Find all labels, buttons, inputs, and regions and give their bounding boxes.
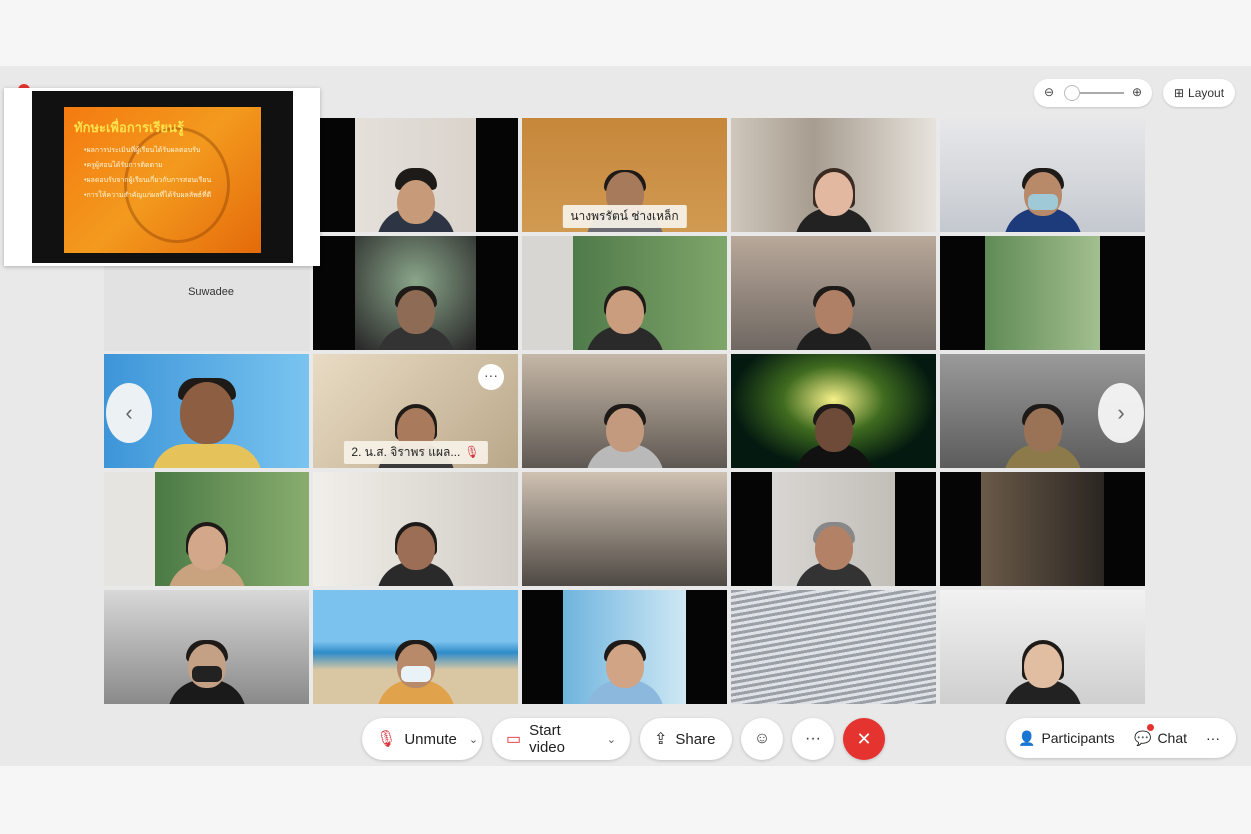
share-button[interactable]: ⇪ Share: [640, 718, 732, 760]
participant-figure: [585, 286, 664, 350]
previous-page-button[interactable]: ‹: [106, 383, 152, 443]
shared-slide: ทักษะเพื่อการเรียนรู้ •ผลการประเมินที่ผู…: [32, 91, 293, 263]
panel-toggle-group: 👤 Participants 💬 Chat ···: [1006, 718, 1236, 758]
share-label: Share: [675, 730, 716, 748]
person-icon: 👤: [1018, 729, 1036, 746]
video-background: [522, 472, 727, 586]
zoom-slider[interactable]: ⊖ ⊕: [1034, 79, 1152, 107]
next-page-button[interactable]: ›: [1098, 383, 1144, 443]
participant-figure: [585, 640, 664, 704]
zoom-in-icon[interactable]: ⊕: [1132, 85, 1142, 99]
video-tile[interactable]: [731, 354, 936, 468]
mic-muted-icon: 🎙: [464, 445, 480, 459]
participant-figure: [376, 286, 455, 350]
participant-figure: [794, 404, 873, 468]
video-off-icon: ▭: [506, 731, 522, 748]
chat-label: Chat: [1157, 730, 1188, 746]
slide-bullet: •ผลตอบรับจากผู้เรียนเกี่ยวกับการสอนเรียน: [84, 177, 212, 184]
video-tile-active-speaker[interactable]: นางพรรัตน์ ช่างเหล็ก: [522, 118, 727, 232]
slide-title: ทักษะเพื่อการเรียนรู้: [74, 120, 184, 135]
participant-figure: [1003, 168, 1082, 232]
video-tile[interactable]: [731, 236, 936, 350]
more-icon: ···: [805, 730, 821, 747]
grid-icon: ⊞: [1173, 86, 1185, 100]
participant-figure: [794, 168, 873, 232]
slide-bullet: •ผลการประเมินที่ผู้เรียนได้รับผลตอบรับ: [84, 147, 201, 154]
participant-figure: [794, 522, 873, 586]
unmute-button[interactable]: 🎙 Unmute ⌄: [362, 718, 482, 760]
chevron-down-icon[interactable]: ⌄: [469, 733, 478, 746]
chat-bubble-icon: 💬: [1134, 729, 1152, 746]
video-background: [940, 236, 1145, 350]
zoom-knob[interactable]: [1064, 85, 1080, 101]
video-tile[interactable]: [731, 118, 936, 232]
participant-figure: [794, 286, 873, 350]
slide-bullet: •การให้ความสำคัญแก่ผลที่ได้รับผลลัพธ์ที่…: [84, 192, 212, 199]
participant-name: นางพรรัตน์ ช่างเหล็ก: [562, 205, 687, 228]
start-video-button[interactable]: ▭ Start video ⌄: [492, 718, 630, 760]
video-tile[interactable]: [522, 590, 727, 704]
video-tile[interactable]: [104, 590, 309, 704]
participant-figure: [376, 168, 455, 232]
share-icon: ⇪: [654, 731, 668, 748]
video-tile[interactable]: [522, 236, 727, 350]
slide-bullet: •ครูผู้สอนได้รับการติดตาม: [84, 162, 163, 169]
chevron-left-icon: ‹: [125, 400, 133, 425]
unmute-label: Unmute: [404, 730, 457, 748]
video-tile[interactable]: [104, 472, 309, 586]
layout-label: Layout: [1188, 86, 1225, 100]
letterbox: [476, 118, 518, 232]
participant-name-text: 2. น.ส. จิราพร แผล...: [351, 445, 461, 459]
video-tile[interactable]: [731, 472, 936, 586]
close-icon: ✕: [856, 728, 872, 749]
participant-figure: [376, 640, 455, 704]
video-tile[interactable]: [940, 590, 1145, 704]
chevron-right-icon: ›: [1117, 400, 1125, 425]
chevron-down-icon[interactable]: ⌄: [607, 733, 616, 746]
slide-content: ทักษะเพื่อการเรียนรู้ •ผลการประเมินที่ผู…: [64, 107, 261, 253]
mic-muted-icon: 🎙: [376, 731, 397, 748]
panel-overflow-button[interactable]: ···: [1206, 718, 1220, 758]
more-options-button[interactable]: ···: [792, 718, 834, 760]
video-tile[interactable]: [522, 354, 727, 468]
participant-figure: [151, 378, 262, 468]
video-tile[interactable]: [522, 472, 727, 586]
participant-name: 2. น.ส. จิราพร แผล... 🎙: [343, 441, 488, 464]
chat-unread-badge: [1147, 724, 1154, 731]
tile-more-button[interactable]: ···: [478, 364, 504, 390]
video-tile[interactable]: ··· 2. น.ส. จิราพร แผล... 🎙: [313, 354, 518, 468]
participant-figure: [1003, 640, 1082, 704]
layout-button[interactable]: ⊞ Layout: [1163, 79, 1235, 107]
participants-label: Participants: [1041, 730, 1115, 746]
more-icon: ···: [1206, 730, 1220, 746]
video-tile[interactable]: [940, 118, 1145, 232]
participant-figure: [1003, 404, 1082, 468]
shared-screen-thumbnail[interactable]: ทักษะเพื่อการเรียนรู้ •ผลการประเมินที่ผู…: [4, 88, 320, 266]
video-tile[interactable]: [313, 118, 518, 232]
video-background: [940, 472, 1145, 586]
participants-button[interactable]: 👤 Participants: [1018, 718, 1115, 758]
participant-figure: [167, 522, 246, 586]
reactions-button[interactable]: ☺: [741, 718, 783, 760]
chat-button[interactable]: 💬 Chat: [1134, 718, 1187, 758]
video-background: [731, 590, 936, 704]
participant-figure: [585, 404, 664, 468]
letterbox: [476, 236, 518, 350]
start-video-label: Start video: [529, 722, 565, 756]
slide-bullets: •ผลการประเมินที่ผู้เรียนได้รับผลตอบรับ •…: [84, 143, 211, 203]
smiley-icon: ☺: [753, 730, 771, 747]
video-tile[interactable]: [313, 236, 518, 350]
video-tile[interactable]: [940, 472, 1145, 586]
zoom-out-icon[interactable]: ⊖: [1044, 85, 1054, 99]
participant-figure: [167, 640, 246, 704]
leave-meeting-button[interactable]: ✕: [843, 718, 885, 760]
participant-figure: [376, 522, 455, 586]
video-tile[interactable]: [313, 590, 518, 704]
video-tile[interactable]: [940, 236, 1145, 350]
video-tile[interactable]: [313, 472, 518, 586]
video-tile[interactable]: [731, 590, 936, 704]
